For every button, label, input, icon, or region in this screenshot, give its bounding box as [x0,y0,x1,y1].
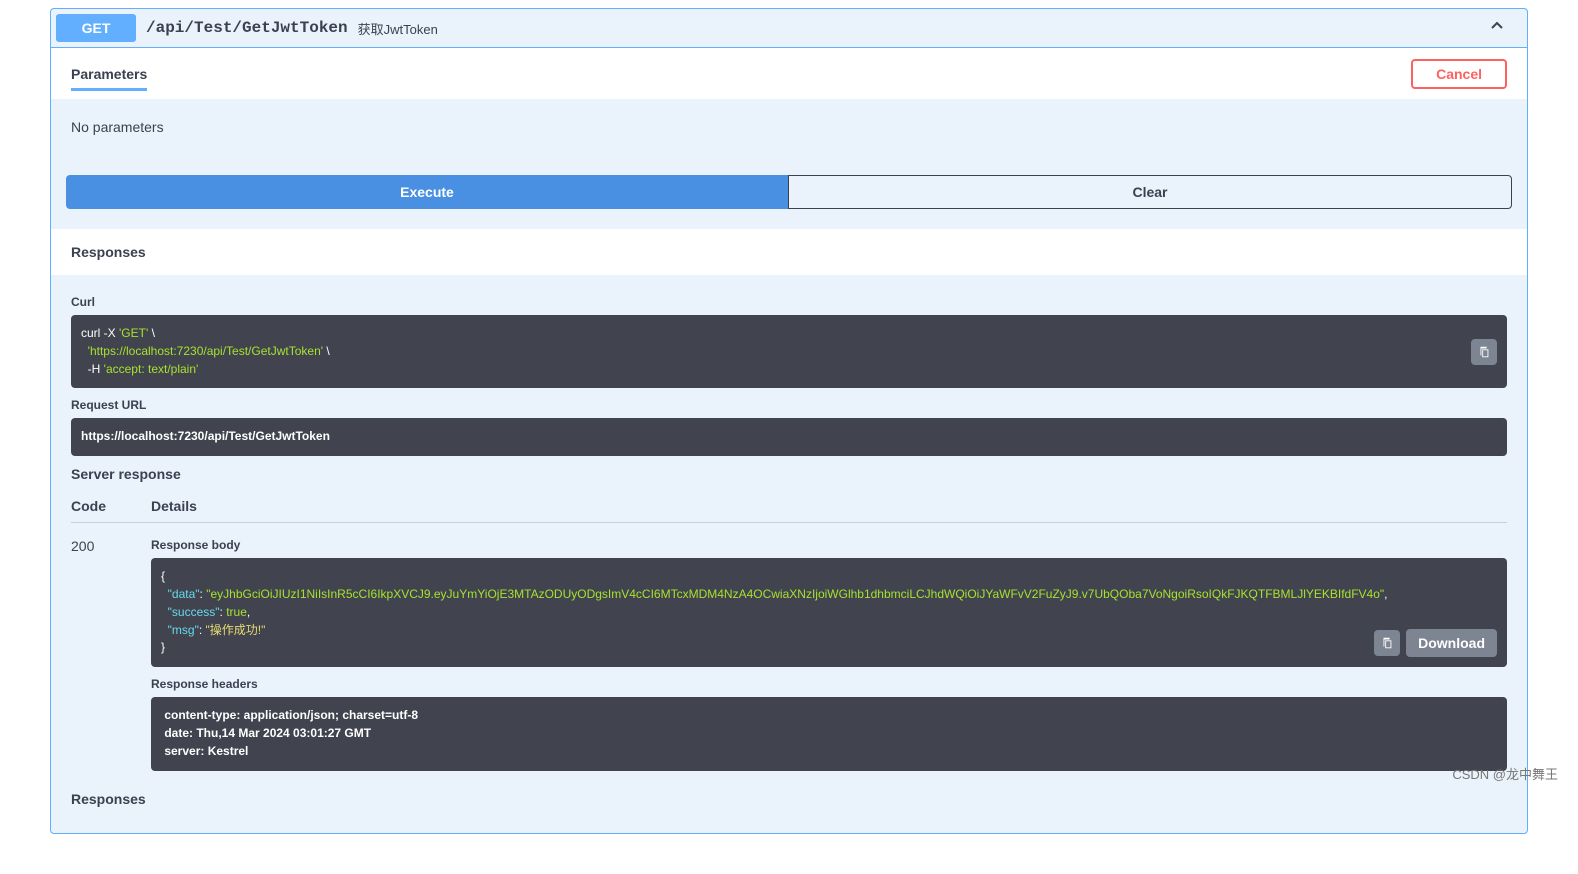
download-button[interactable]: Download [1406,629,1497,657]
api-operation-block: GET /api/Test/GetJwtToken 获取JwtToken Par… [50,8,1528,834]
request-url-label: Request URL [71,398,1507,412]
endpoint-description: 获取JwtToken [358,19,438,38]
http-method-badge: GET [56,14,136,42]
parameters-title: Parameters [71,56,147,91]
parameters-content: No parameters [51,99,1527,155]
cancel-button[interactable]: Cancel [1411,59,1507,89]
watermark-text: CSDN @龙中舞王 [1452,764,1558,783]
chevron-up-icon[interactable] [1487,16,1507,41]
response-row: 200 Response body { "data": "eyJhbGciOiJ… [71,538,1507,780]
execute-button-row: Execute Clear [51,155,1527,229]
response-table-header: Code Details [71,488,1507,523]
responses-title: Responses [71,244,1507,260]
status-code-200: 200 [71,538,151,780]
operation-body: Parameters Cancel No parameters Execute … [51,47,1527,833]
responses-section: Responses Curl curl -X 'GET' \ 'https://… [51,229,1527,833]
endpoint-path: /api/Test/GetJwtToken [146,19,348,37]
response-headers-label: Response headers [151,677,1507,691]
response-headers-block: content-type: application/json; charset=… [151,697,1507,770]
details-column-header: Details [151,498,1507,514]
responses-header: Responses [51,229,1527,275]
response-details: Response body { "data": "eyJhbGciOiJIUzI… [151,538,1507,780]
server-response-label: Server response [71,466,1507,482]
response-body-label: Response body [151,538,1507,552]
code-column-header: Code [71,498,151,514]
copy-icon [1477,345,1491,359]
response-body-actions: Download [1374,629,1497,657]
request-url-block: https://localhost:7230/api/Test/GetJwtTo… [71,418,1507,456]
copy-response-button[interactable] [1374,630,1400,656]
copy-icon [1380,636,1394,650]
operation-summary-row[interactable]: GET /api/Test/GetJwtToken 获取JwtToken [51,9,1527,47]
curl-code-block: curl -X 'GET' \ 'https://localhost:7230/… [71,315,1507,388]
copy-curl-button[interactable] [1471,339,1497,365]
parameters-header: Parameters Cancel [51,48,1527,99]
clear-button[interactable]: Clear [788,175,1512,209]
execute-button[interactable]: Execute [66,175,788,209]
curl-label: Curl [71,295,1507,309]
response-body-block: { "data": "eyJhbGciOiJIUzI1NiIsInR5cCI6I… [151,558,1507,667]
